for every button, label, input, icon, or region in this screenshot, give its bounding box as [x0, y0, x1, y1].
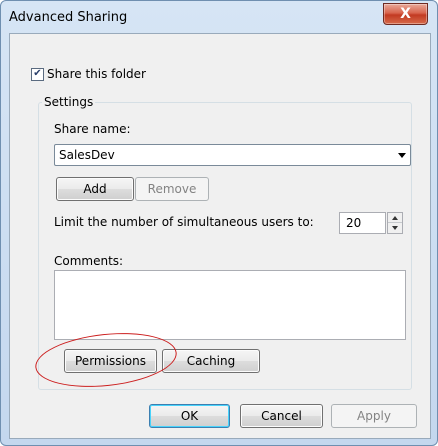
user-limit-input[interactable]: 20: [339, 212, 386, 234]
share-name-combobox[interactable]: SalesDev: [54, 144, 411, 166]
user-limit-value: 20: [346, 216, 362, 230]
spin-up-button[interactable]: [388, 213, 402, 223]
arrow-up-icon: [392, 215, 398, 220]
settings-group-label: Settings: [42, 95, 96, 109]
share-name-value: SalesDev: [59, 148, 115, 162]
close-icon: X: [400, 6, 411, 22]
share-name-label: Share name:: [54, 122, 131, 136]
caching-button[interactable]: Caching: [162, 349, 260, 373]
checkmark-icon: ✔: [33, 68, 42, 79]
dialog-body: ✔ Share this folder Settings Share name:…: [9, 33, 431, 439]
comments-label: Comments:: [54, 254, 124, 268]
spin-down-button[interactable]: [388, 223, 402, 233]
comments-textarea[interactable]: [54, 270, 406, 340]
share-folder-checkbox[interactable]: ✔: [31, 67, 44, 81]
permissions-button[interactable]: Permissions: [64, 349, 157, 373]
share-folder-label[interactable]: Share this folder: [47, 67, 146, 81]
apply-button[interactable]: Apply: [331, 404, 417, 428]
chevron-down-icon[interactable]: [398, 153, 406, 158]
share-folder-row[interactable]: ✔ Share this folder: [31, 67, 146, 81]
remove-button[interactable]: Remove: [135, 177, 209, 201]
add-button[interactable]: Add: [56, 177, 134, 201]
title-bar[interactable]: Advanced Sharing X: [1, 1, 437, 33]
user-limit-spinner[interactable]: [387, 212, 403, 234]
dialog-title: Advanced Sharing: [9, 10, 128, 25]
advanced-sharing-dialog: Advanced Sharing X ✔ Share this folder S…: [0, 0, 438, 446]
arrow-down-icon: [392, 226, 398, 230]
cancel-button[interactable]: Cancel: [240, 404, 323, 428]
user-limit-label: Limit the number of simultaneous users t…: [54, 215, 314, 229]
ok-button[interactable]: OK: [149, 404, 230, 428]
close-button[interactable]: X: [383, 3, 428, 25]
